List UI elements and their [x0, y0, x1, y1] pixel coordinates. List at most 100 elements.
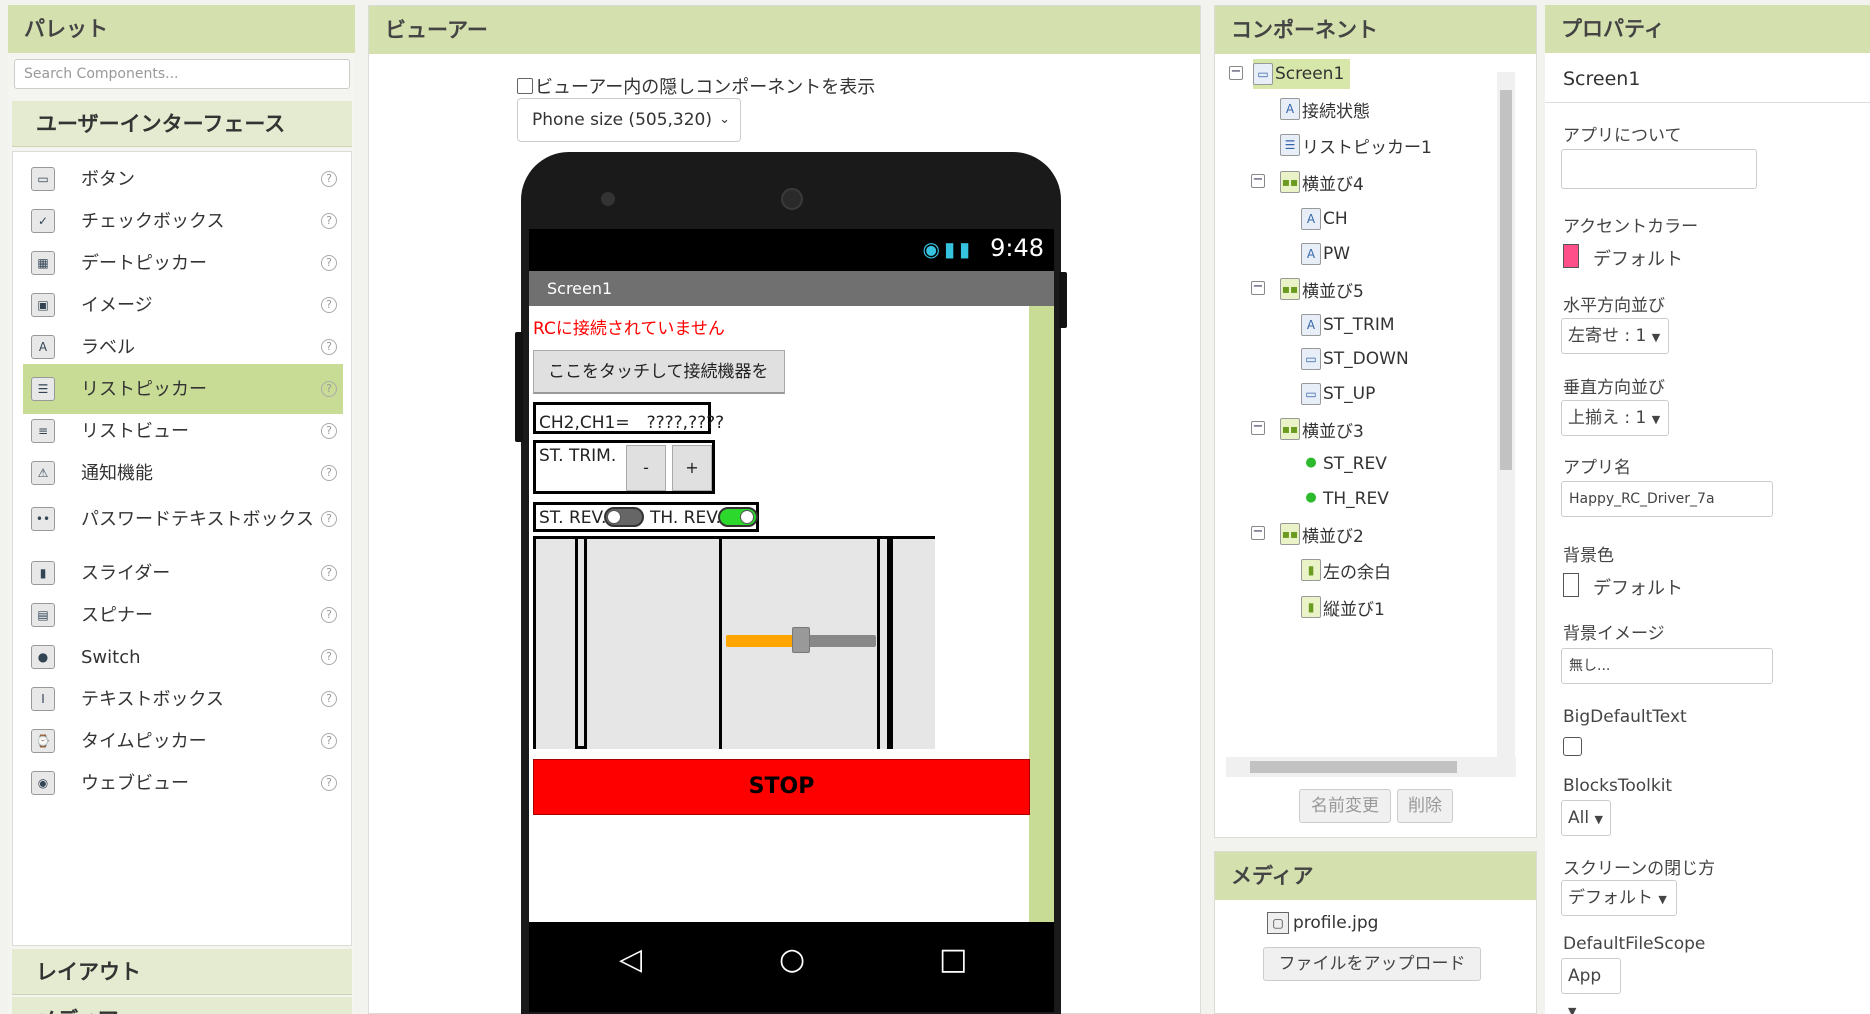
show-hidden-components-checkbox[interactable]: ビューアー内の隠しコンポーネントを表示	[517, 73, 875, 99]
tree-node[interactable]: ▪▪ 横並び3	[1280, 414, 1364, 444]
hbox-rev[interactable]: ST. REV. TH. REV.	[533, 502, 759, 532]
halign-select[interactable]: 左寄せ : 1 ▼	[1561, 318, 1669, 354]
help-icon[interactable]: ?	[321, 565, 337, 581]
tree-node[interactable]: ▪▪ 横並び4	[1280, 167, 1364, 197]
tree-node-label: Screen1	[1275, 64, 1345, 84]
checkbox-box[interactable]	[517, 78, 533, 94]
ch-label: CH2,CH1= ????,????	[539, 413, 725, 433]
help-icon[interactable]: ?	[321, 381, 337, 397]
tree-node[interactable]: ● ST_REV	[1301, 449, 1387, 479]
help-icon[interactable]: ?	[321, 213, 337, 229]
bg-image-input[interactable]: 無し...	[1561, 648, 1773, 684]
tree-node[interactable]: A ST_TRIM	[1301, 310, 1395, 340]
tree-node[interactable]: ▮ 左の余白	[1301, 555, 1391, 585]
vbox-column-3[interactable]	[880, 539, 890, 749]
search-components-input[interactable]: Search Components...	[14, 59, 350, 89]
tree-node[interactable]: A CH	[1301, 204, 1348, 234]
tree-node[interactable]: A PW	[1301, 239, 1350, 269]
blocks-toolkit-select[interactable]: All ▼	[1561, 800, 1611, 836]
password-icon: ••	[31, 507, 55, 531]
media-file-item[interactable]: ▢ profile.jpg	[1267, 912, 1378, 934]
collapse-toggle-icon[interactable]: −	[1251, 280, 1265, 295]
help-icon[interactable]: ?	[321, 339, 337, 355]
palette-item-label: デートピッカー	[81, 252, 207, 274]
palette-item[interactable]: ◉ ウェブビュー?	[23, 758, 343, 808]
connection-status-label[interactable]: RCに接続されていません	[533, 314, 725, 339]
tree-node[interactable]: ☰ リストピッカー1	[1280, 130, 1432, 160]
about-textarea[interactable]	[1561, 149, 1757, 189]
help-icon[interactable]: ?	[321, 691, 337, 707]
collapse-toggle-icon[interactable]: −	[1251, 420, 1265, 435]
tree-node[interactable]: ▭ ST_DOWN	[1301, 344, 1409, 374]
help-icon[interactable]: ?	[321, 649, 337, 665]
hbox-sliders[interactable]	[533, 536, 935, 749]
right-margin-column[interactable]	[890, 539, 935, 749]
collapse-toggle-icon[interactable]: −	[1229, 65, 1243, 80]
palette-item[interactable]: •• パスワードテキストボックス?	[23, 490, 343, 548]
st-up-button[interactable]: +	[672, 445, 712, 491]
help-icon[interactable]: ?	[321, 423, 337, 439]
upload-file-button[interactable]: ファイルをアップロード	[1263, 947, 1481, 981]
palette-item-label: ウェブビュー	[81, 772, 189, 794]
help-icon[interactable]: ?	[321, 733, 337, 749]
rename-button[interactable]: 名前変更	[1299, 789, 1391, 823]
tree-vertical-scrollbar[interactable]	[1497, 72, 1515, 762]
vbox-column-1[interactable]	[584, 539, 722, 749]
accent-color-value[interactable]: デフォルト	[1593, 245, 1683, 271]
help-icon[interactable]: ?	[321, 297, 337, 313]
tree-node[interactable]: ▭ ST_UP	[1301, 379, 1375, 409]
vbox-column-2[interactable]	[722, 539, 880, 749]
camera-icon	[601, 192, 615, 206]
tree-node-label: TH_REV	[1323, 489, 1389, 509]
help-icon[interactable]: ?	[321, 255, 337, 271]
palette-item-label: ボタン	[81, 168, 135, 190]
section-layout[interactable]: レイアウト	[12, 949, 352, 995]
checkbox-icon: ✓	[31, 209, 55, 233]
tree-node[interactable]: A 接続状態	[1280, 94, 1370, 124]
tree-node-label: 横並び3	[1302, 421, 1364, 442]
accent-color-swatch[interactable]	[1563, 244, 1579, 268]
delete-button[interactable]: 削除	[1397, 789, 1453, 823]
tree-node[interactable]: ● TH_REV	[1301, 484, 1389, 514]
switch-knob	[607, 510, 621, 524]
scroll-thumb[interactable]	[1500, 90, 1512, 470]
tree-horizontal-scrollbar[interactable]	[1226, 757, 1516, 777]
stop-button[interactable]: STOP	[533, 759, 1030, 815]
palette-item-label: タイムピッカー	[81, 730, 207, 752]
help-icon[interactable]: ?	[321, 171, 337, 187]
connect-device-button[interactable]: ここをタッチして接続機器を選ぶ	[533, 350, 785, 424]
screen-close-select[interactable]: デフォルト ▼	[1561, 880, 1677, 916]
hbox-ch[interactable]: CH2,CH1= ????,????	[533, 402, 724, 434]
phone-size-select[interactable]: Phone size (505,320) ⌄	[517, 98, 741, 142]
bg-color-swatch[interactable]	[1563, 573, 1579, 597]
halign-label: 水平方向並び	[1563, 296, 1665, 316]
tree-node[interactable]: ▪▪ 横並び5	[1280, 274, 1364, 304]
section-user-interface[interactable]: ユーザーインターフェース	[12, 101, 352, 147]
th-rev-switch[interactable]	[718, 507, 758, 527]
help-icon[interactable]: ?	[321, 511, 337, 527]
slider-thumb[interactable]	[792, 627, 810, 653]
section-media[interactable]: メディア	[12, 997, 352, 1014]
collapse-toggle-icon[interactable]: −	[1251, 525, 1265, 540]
bg-color-value[interactable]: デフォルト	[1593, 574, 1683, 600]
help-icon[interactable]: ?	[321, 607, 337, 623]
help-icon[interactable]: ?	[321, 465, 337, 481]
label-icon: A	[1301, 243, 1321, 265]
left-margin-column[interactable]	[536, 539, 578, 749]
caret-down-icon: ▼	[1651, 331, 1661, 344]
phone-status-bar: ◉▮▮ 9:48	[529, 229, 1054, 271]
tree-node[interactable]: ▪▪ 横並び2	[1280, 519, 1364, 549]
collapse-toggle-icon[interactable]: −	[1251, 173, 1265, 188]
hbox-trim[interactable]: ST. TRIM. - +	[533, 440, 715, 494]
app-name-input[interactable]: Happy_RC_Driver_7a	[1561, 481, 1773, 517]
st-rev-switch[interactable]	[604, 507, 644, 527]
valign-select[interactable]: 上揃え : 1 ▼	[1561, 400, 1669, 436]
big-default-text-checkbox[interactable]	[1563, 737, 1582, 756]
tree-node[interactable]: ▭ Screen1	[1253, 59, 1351, 89]
scroll-thumb[interactable]	[1250, 761, 1457, 773]
help-icon[interactable]: ?	[321, 775, 337, 791]
tree-node[interactable]: ▮ 縦並び1	[1301, 592, 1385, 622]
file-scope-select[interactable]: App ▼	[1561, 958, 1621, 1014]
palette-item-label: Switch	[81, 646, 141, 668]
st-down-button[interactable]: -	[626, 445, 666, 491]
